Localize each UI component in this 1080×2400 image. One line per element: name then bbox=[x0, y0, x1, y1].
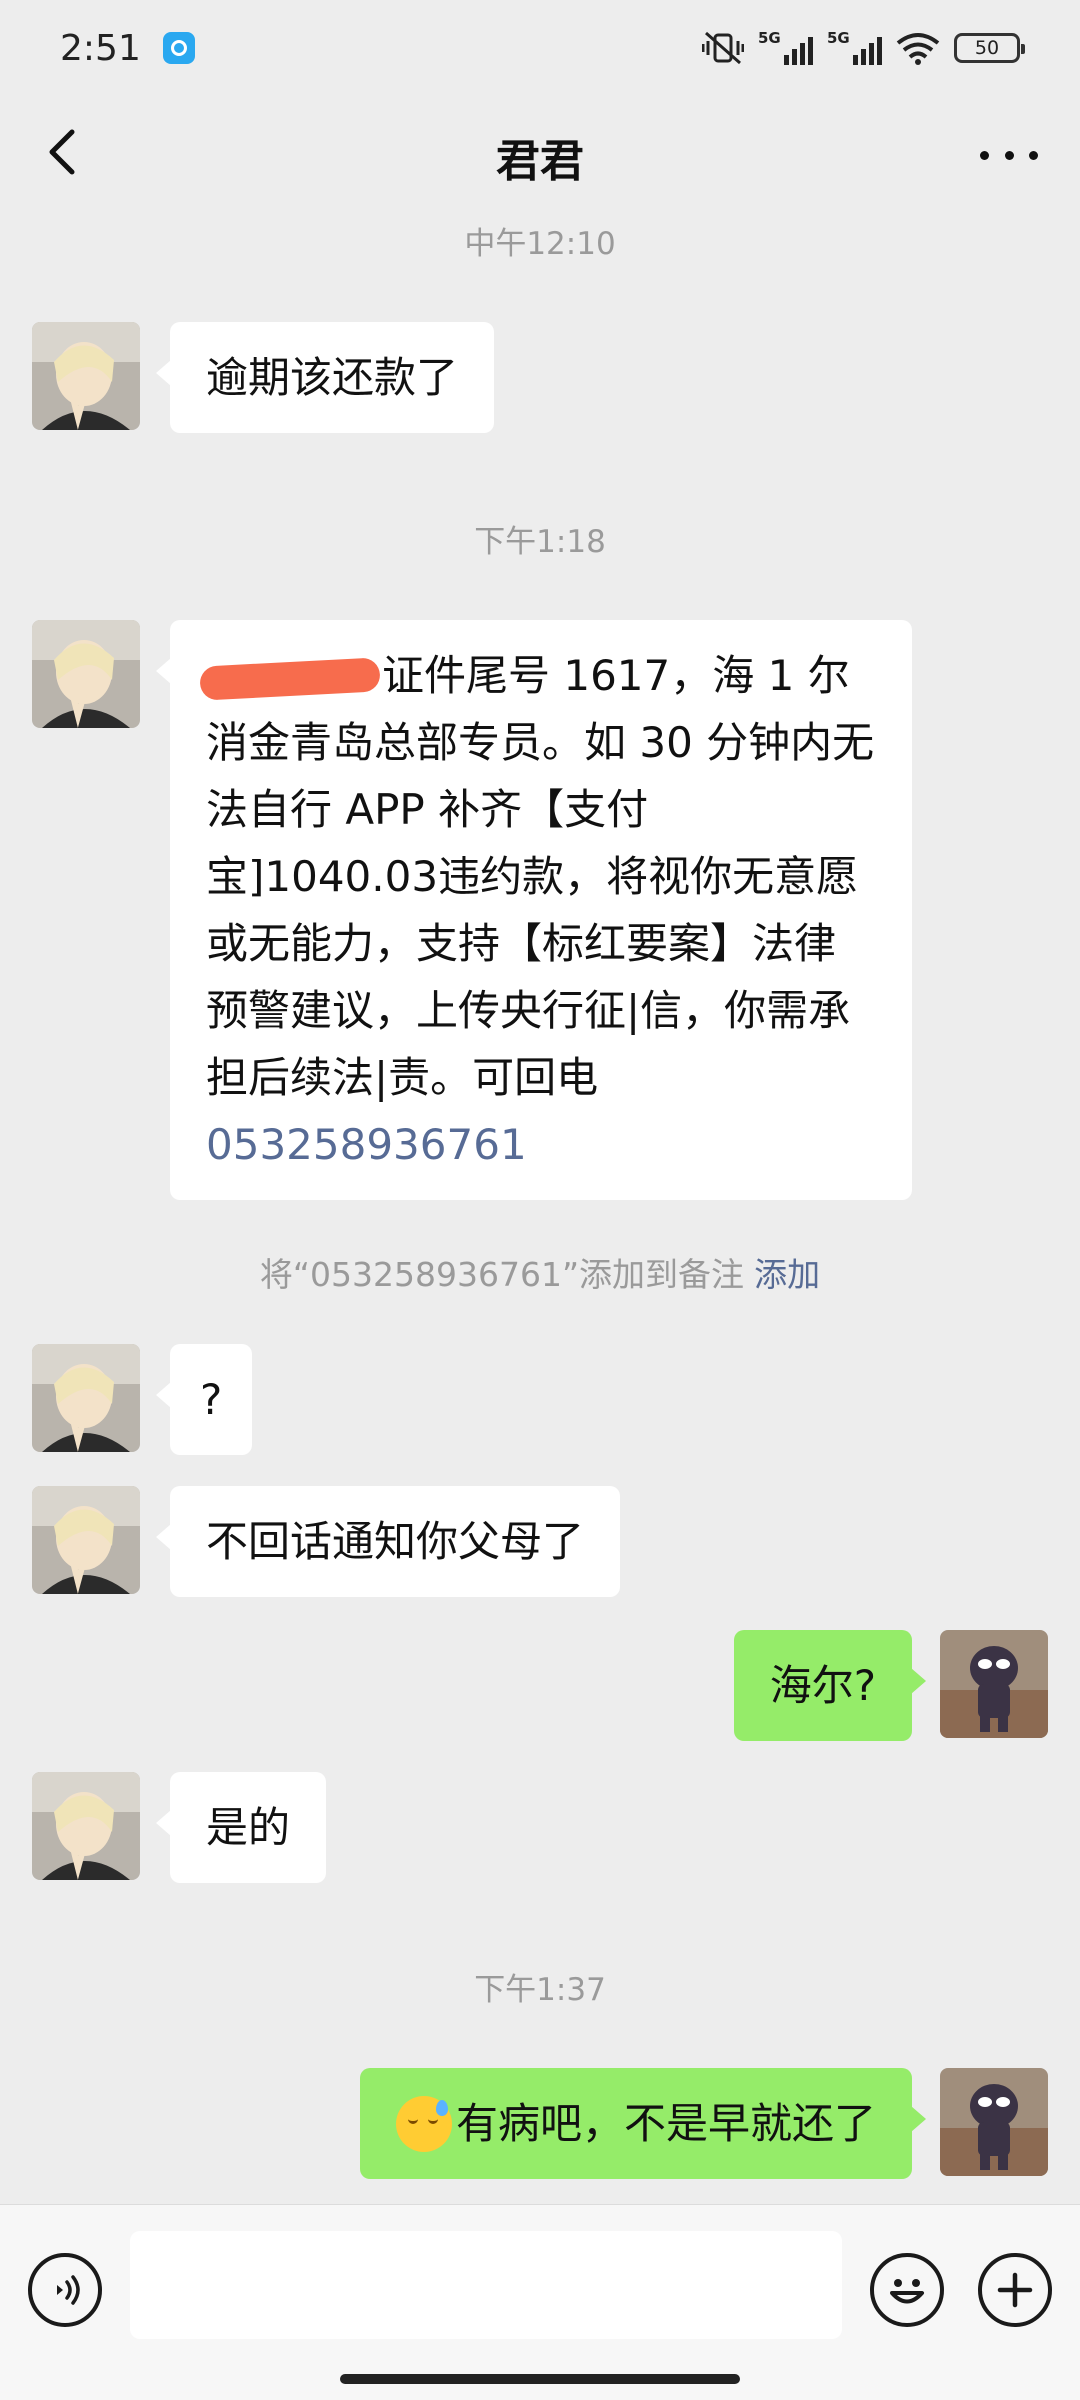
chevron-left-icon bbox=[49, 129, 75, 175]
more-dots-icon bbox=[980, 150, 989, 160]
redaction-mark bbox=[199, 656, 381, 701]
status-icons: 5G 5G 50 bbox=[702, 29, 1025, 65]
system-note: 将“053258936761”添加到备注 添加 bbox=[0, 1248, 1080, 1296]
chat-header: 君君 bbox=[0, 96, 1080, 218]
user-avatar[interactable] bbox=[940, 1630, 1048, 1738]
plus-icon bbox=[997, 2272, 1033, 2308]
signal-5g-icon: 5G bbox=[758, 29, 813, 65]
message-text: 证件尾号 1617，海 1 尔消金青岛总部专员。如 30 分钟内无法自行 APP… bbox=[206, 651, 875, 1102]
sweat-smile-emoji-icon bbox=[395, 2095, 452, 2152]
timestamp: 下午1:37 bbox=[474, 1972, 606, 2008]
app-notification-icon bbox=[162, 32, 195, 64]
chat-title: 君君 bbox=[496, 136, 584, 187]
input-bar bbox=[0, 2204, 1080, 2400]
incoming-message-bubble[interactable]: 是的 bbox=[155, 1772, 327, 1883]
status-bar: 2:51 5G 5G 50 bbox=[0, 0, 1080, 96]
message-text: 海尔? bbox=[769, 1661, 876, 1710]
contact-avatar[interactable] bbox=[32, 1486, 140, 1594]
message-text: 有病吧，不是早就还了 bbox=[455, 2099, 876, 2148]
network-type-label: 5G bbox=[827, 29, 850, 47]
status-time: 2:51 bbox=[60, 27, 141, 69]
message-input[interactable] bbox=[130, 2231, 842, 2339]
user-avatar[interactable] bbox=[940, 2068, 1048, 2176]
emoji-button[interactable] bbox=[870, 2253, 944, 2327]
voice-input-button[interactable] bbox=[28, 2253, 102, 2327]
outgoing-message-bubble[interactable]: 海尔? bbox=[733, 1630, 927, 1741]
message-text: 是的 bbox=[206, 1803, 291, 1852]
message-text: 逾期该还款了 bbox=[206, 353, 459, 402]
contact-avatar[interactable] bbox=[32, 1772, 140, 1880]
mute-vibrate-icon bbox=[702, 31, 744, 65]
more-functions-button[interactable] bbox=[978, 2253, 1052, 2327]
network-type-label: 5G bbox=[758, 29, 781, 47]
contact-avatar[interactable] bbox=[32, 620, 140, 728]
wifi-icon bbox=[896, 31, 940, 65]
battery-icon: 50 bbox=[954, 33, 1025, 63]
signal-5g-icon: 5G bbox=[827, 29, 882, 65]
incoming-message-bubble[interactable]: 逾期该还款了 bbox=[155, 322, 495, 433]
add-remark-link[interactable]: 添加 bbox=[754, 1255, 820, 1294]
chat-message-list[interactable]: 中午12:10 逾期该还款了 下午1:18 证件尾号 1617，海 1 尔消金青… bbox=[0, 218, 1080, 2204]
voice-icon bbox=[57, 2275, 80, 2305]
message-text: 不回话通知你父母了 bbox=[206, 1517, 585, 1566]
emoji-icon bbox=[890, 2279, 924, 2304]
back-button[interactable] bbox=[36, 122, 96, 182]
more-options-button[interactable] bbox=[974, 130, 1044, 180]
timestamp: 中午12:10 bbox=[464, 226, 616, 262]
contact-avatar[interactable] bbox=[32, 1344, 140, 1452]
message-text: ? bbox=[200, 1375, 223, 1424]
timestamp: 下午1:18 bbox=[474, 524, 606, 560]
incoming-message-bubble[interactable]: 证件尾号 1617，海 1 尔消金青岛总部专员。如 30 分钟内无法自行 APP… bbox=[156, 620, 912, 1200]
system-note-text: 将“053258936761”添加到备注 bbox=[259, 1255, 745, 1294]
contact-avatar[interactable] bbox=[32, 322, 140, 430]
incoming-message-bubble[interactable]: ? bbox=[155, 1344, 253, 1455]
outgoing-message-bubble[interactable]: 有病吧，不是早就还了 bbox=[359, 2068, 927, 2179]
incoming-message-bubble[interactable]: 不回话通知你父母了 bbox=[155, 1486, 621, 1597]
phone-number-link[interactable]: 053258936761 bbox=[206, 1120, 527, 1169]
home-indicator[interactable] bbox=[340, 2374, 740, 2384]
